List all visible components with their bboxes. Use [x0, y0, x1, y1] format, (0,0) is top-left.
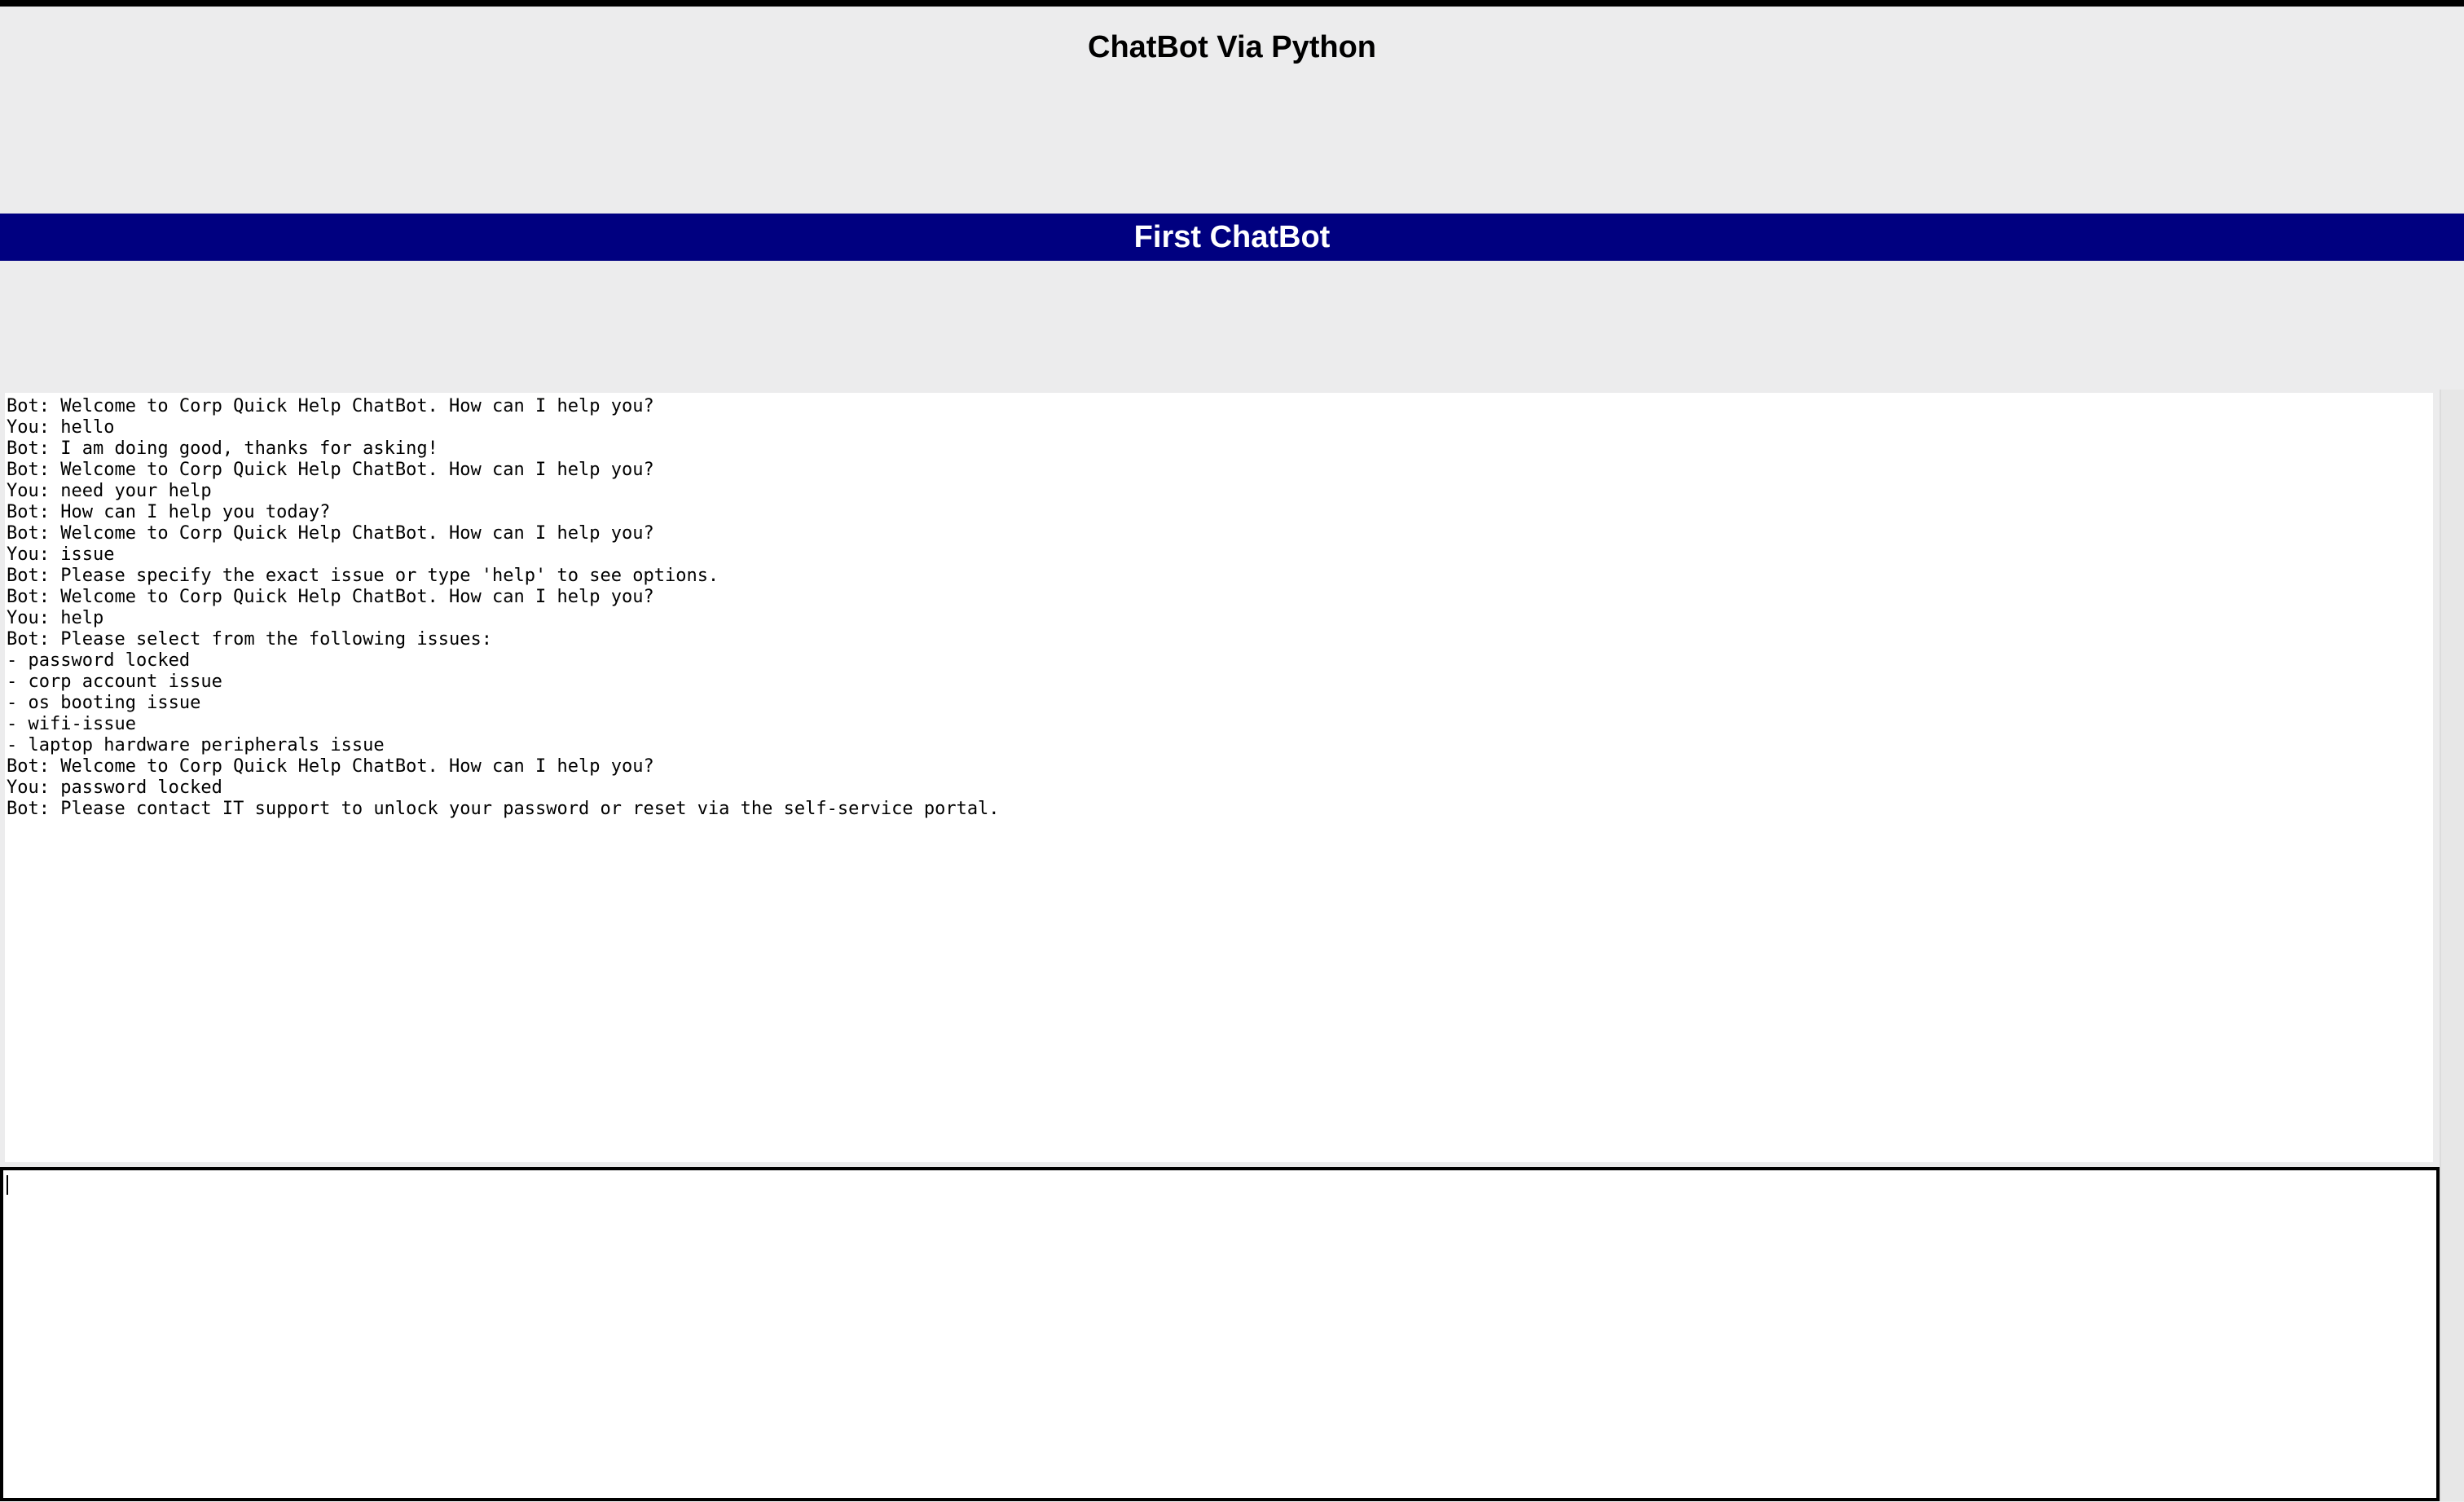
window-title: ChatBot Via Python — [1088, 30, 1376, 64]
chat-message-line: You: need your help — [7, 481, 212, 501]
chat-scrollbar[interactable] — [2440, 390, 2464, 1501]
chat-message-line: - wifi-issue — [7, 714, 136, 734]
chat-message-line: Bot: Welcome to Corp Quick Help ChatBot.… — [7, 523, 654, 544]
chat-message-line: You: password locked — [7, 777, 222, 798]
chat-message-line: - os booting issue — [7, 693, 201, 713]
chat-message-line: - corp account issue — [7, 672, 222, 692]
window-top-border — [0, 0, 2464, 7]
banner-title: First ChatBot — [1133, 220, 1331, 254]
chat-message-line: You: hello — [7, 417, 115, 438]
chat-message-line: Bot: Welcome to Corp Quick Help ChatBot.… — [7, 396, 654, 416]
chat-message-line: Bot: How can I help you today? — [7, 502, 331, 522]
chat-message-line: You: issue — [7, 544, 115, 565]
chat-log[interactable]: Bot: Welcome to Corp Quick Help ChatBot.… — [5, 393, 2433, 1162]
chat-message-line: Bot: Welcome to Corp Quick Help ChatBot.… — [7, 756, 654, 777]
chat-message-line: You: help — [7, 608, 104, 628]
chatbot-banner: First ChatBot — [0, 214, 2464, 261]
message-input[interactable] — [3, 1170, 2436, 1498]
message-input-box[interactable] — [0, 1167, 2440, 1501]
chat-message-line: Bot: Welcome to Corp Quick Help ChatBot.… — [7, 587, 654, 607]
chat-message-line: Bot: Please contact IT support to unlock… — [7, 799, 1000, 819]
chat-message-line: Bot: I am doing good, thanks for asking! — [7, 438, 438, 459]
text-cursor — [7, 1175, 8, 1195]
chat-message-line: - password locked — [7, 650, 191, 671]
scrollbar-divider — [2440, 390, 2441, 1501]
chat-message-line: Bot: Please specify the exact issue or t… — [7, 566, 719, 586]
chat-message-line: Bot: Welcome to Corp Quick Help ChatBot.… — [7, 460, 654, 480]
chat-message-line: Bot: Please select from the following is… — [7, 629, 493, 650]
chat-message-line: - laptop hardware peripherals issue — [7, 735, 385, 755]
